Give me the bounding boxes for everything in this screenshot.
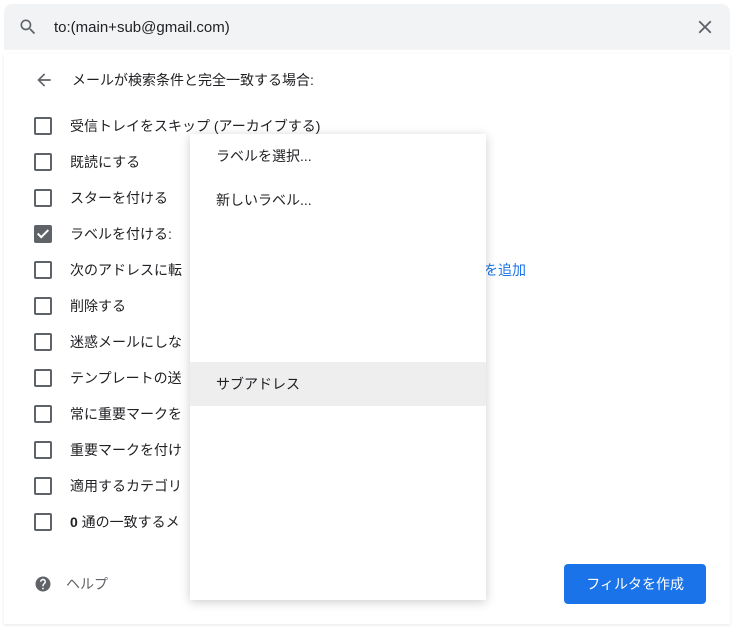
create-filter-button[interactable]: フィルタを作成 [564, 564, 706, 604]
help-icon [34, 575, 52, 593]
option-label: ラベルを付ける: [70, 224, 172, 244]
checkbox[interactable] [34, 405, 52, 423]
search-bar [4, 4, 730, 50]
checkbox[interactable] [34, 369, 52, 387]
option-label: 削除する [70, 296, 126, 316]
checkbox[interactable] [34, 153, 52, 171]
header-row: メールが検索条件と完全一致する場合: [34, 70, 706, 90]
filter-panel: メールが検索条件と完全一致する場合: 受信トレイをスキップ (アーカイブする) … [4, 54, 730, 624]
checkbox[interactable] [34, 261, 52, 279]
search-input[interactable] [54, 19, 694, 36]
help-link[interactable]: ヘルプ [34, 574, 108, 594]
label-dropdown: ラベルを選択... 新しいラベル... サブアドレス [190, 134, 486, 600]
checkbox[interactable] [34, 441, 52, 459]
option-label: 迷惑メールにしな [70, 332, 182, 352]
option-label: 受信トレイをスキップ (アーカイブする) [70, 116, 320, 136]
option-label: 次のアドレスに転 [70, 260, 182, 280]
checkbox[interactable] [34, 117, 52, 135]
checkbox[interactable] [34, 297, 52, 315]
option-label: 既読にする [70, 152, 140, 172]
checkbox[interactable] [34, 225, 52, 243]
header-text: メールが検索条件と完全一致する場合: [72, 70, 314, 90]
option-label: テンプレートの送 [70, 368, 182, 388]
dropdown-sub-address[interactable]: サブアドレス [190, 362, 486, 406]
close-icon[interactable] [694, 16, 716, 38]
dropdown-gap [190, 222, 486, 362]
option-label: 0 通の一致するメ [70, 512, 180, 532]
option-label: スターを付ける [70, 188, 168, 208]
search-icon [18, 17, 38, 37]
back-icon[interactable] [34, 70, 54, 90]
option-label: 重要マークを付け [70, 440, 182, 460]
help-text: ヘルプ [66, 574, 108, 594]
checkbox[interactable] [34, 477, 52, 495]
checkbox[interactable] [34, 333, 52, 351]
checkbox[interactable] [34, 189, 52, 207]
option-label: 適用するカテゴリ [70, 476, 182, 496]
dropdown-select-label[interactable]: ラベルを選択... [190, 134, 486, 178]
dropdown-new-label[interactable]: 新しいラベル... [190, 178, 486, 222]
checkbox[interactable] [34, 513, 52, 531]
option-label: 常に重要マークを [70, 404, 182, 424]
